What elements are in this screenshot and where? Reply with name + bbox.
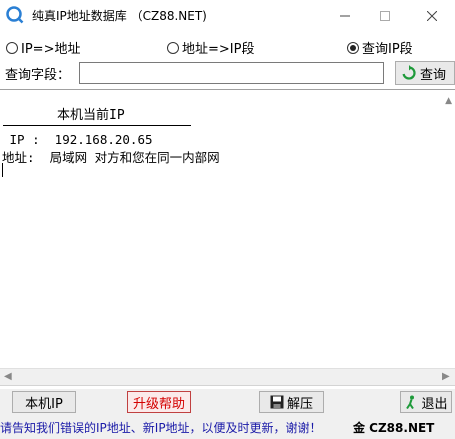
radio-dot[interactable] — [6, 41, 18, 54]
exit-button[interactable]: 退出 — [400, 391, 452, 413]
text-caret — [2, 163, 3, 177]
scroll-right-icon[interactable]: ▶ — [442, 371, 450, 382]
exit-button-label: 退出 — [421, 396, 448, 412]
bottom-toolbar: 本机IP 升级帮助 解压 退出 — [0, 389, 455, 415]
status-bar: 请告知我们错误的IP地址、新IP地址，以便及时更新，谢谢！ 金 CZ88.NET — [0, 415, 455, 439]
result-ip-line: IP : 192.168.20.65 — [2, 132, 153, 147]
scroll-up-icon[interactable]: ▲ — [445, 96, 452, 106]
radio-dot[interactable] — [347, 41, 359, 54]
upgrade-help-button-label: 升级帮助 — [132, 396, 185, 412]
radio-label: 地址=>IP段 — [182, 42, 255, 57]
query-field-label: 查询字段： — [5, 68, 71, 83]
unzip-button-label: 解压 — [286, 396, 313, 412]
save-icon — [270, 395, 284, 409]
upgrade-help-button[interactable]: 升级帮助 — [127, 391, 191, 413]
radio-label: 查询IP段 — [362, 42, 413, 57]
radio-label: IP=>地址 — [21, 42, 81, 57]
horizontal-scrollbar[interactable]: ◀ ▶ — [0, 368, 455, 385]
close-button[interactable] — [412, 0, 452, 31]
status-brand: 金 CZ88.NET — [350, 419, 435, 436]
result-address-line: 地址: 局域网 对方和您在同一内部网 — [2, 150, 220, 165]
heading-divider — [3, 125, 191, 126]
radio-dot[interactable] — [167, 41, 179, 54]
minimize-icon — [340, 15, 350, 16]
scroll-left-icon[interactable]: ◀ — [4, 371, 12, 382]
radio-ip-to-address[interactable]: IP=>地址 — [6, 38, 80, 57]
maximize-button[interactable] — [365, 0, 405, 31]
query-button-label: 查询 — [420, 67, 447, 83]
result-textarea[interactable]: ▲ 本机当前IP IP : 192.168.20.65 地址: 局域网 对方和您… — [0, 89, 455, 386]
close-icon — [427, 10, 437, 21]
local-ip-button[interactable]: 本机IP — [12, 391, 76, 413]
local-ip-button-label: 本机IP — [25, 396, 63, 412]
radio-query-ip-range[interactable]: 查询IP段 — [347, 38, 413, 57]
query-button[interactable]: 查询 — [395, 61, 455, 85]
maximize-icon — [380, 10, 390, 21]
status-message: 请告知我们错误的IP地址、新IP地址，以便及时更新，谢谢！ — [0, 421, 322, 435]
query-input[interactable] — [79, 62, 384, 84]
title-bar: 纯真IP地址数据库 （CZ88.NET) — [0, 0, 455, 31]
query-row: 查询字段： 查询 — [0, 61, 455, 85]
refresh-icon — [402, 65, 416, 80]
result-heading: 本机当前IP — [57, 108, 125, 123]
exit-icon — [406, 395, 415, 409]
window-title: 纯真IP地址数据库 （CZ88.NET) — [32, 9, 207, 23]
minimize-button[interactable] — [325, 0, 365, 31]
search-mode-group: IP=>地址 地址=>IP段 查询IP段 — [0, 36, 455, 58]
unzip-button[interactable]: 解压 — [259, 391, 324, 413]
radio-address-to-ip-range[interactable]: 地址=>IP段 — [167, 38, 254, 57]
app-logo-icon — [6, 6, 24, 24]
